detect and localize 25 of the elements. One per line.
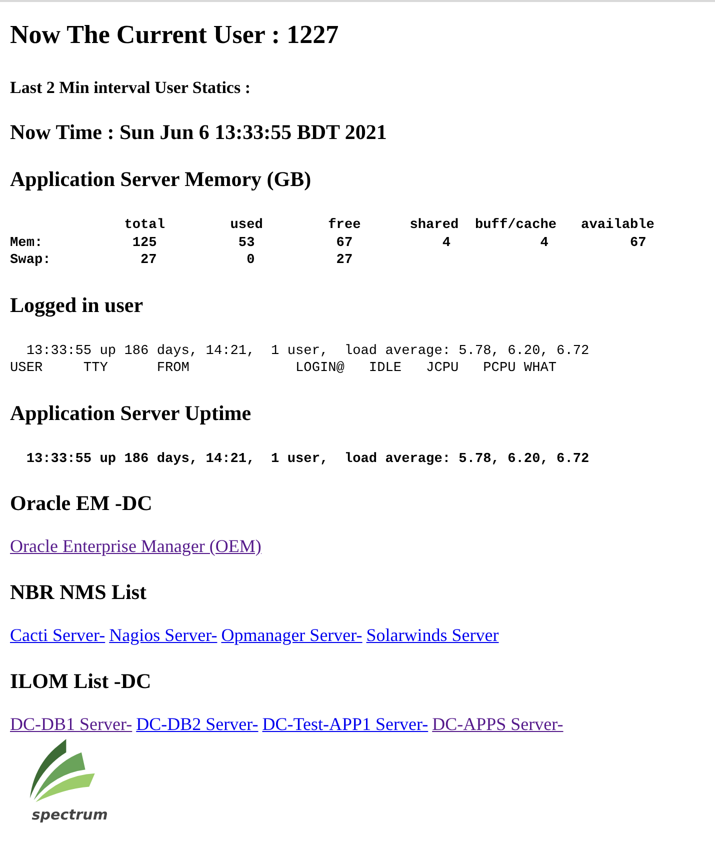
command-output-line: 13:33:55 up 186 days, 14:21, 1 user, load average: 5.78, 6.20, 6.72 — [25, 342, 590, 360]
server-link[interactable]: DC-APPS Server- — [432, 714, 564, 735]
command-output-line: total used free shared buff/cache available — [123, 217, 654, 234]
page-title: Now The Current User : 1227 — [10, 20, 339, 50]
section-heading: Logged in user — [10, 292, 144, 316]
command-output-line: Swap: 27 0 27 — [10, 252, 353, 270]
command-output-line: 13:33:55 up 186 days, 14:21, 1 user, load average: 5.78, 6.20, 6.72 — [25, 450, 590, 468]
section-heading: ILOM List -DC — [10, 669, 152, 693]
section-heading: Oracle EM -DC — [10, 491, 152, 515]
server-link[interactable]: Oracle Enterprise Manager (OEM) — [10, 536, 262, 557]
server-link[interactable]: Solarwinds Server — [366, 625, 499, 646]
subtitle: Last 2 Min interval User Statics : — [10, 78, 250, 98]
server-link[interactable]: Cacti Server- — [10, 625, 106, 646]
server-link[interactable]: DC-DB2 Server- — [136, 714, 258, 735]
server-link[interactable]: DC-Test-APP1 Server- — [262, 714, 428, 735]
command-output-line: USER TTY FROM LOGIN@ IDLE JCPU PCPU WHAT — [10, 360, 557, 378]
logo: spectrum — [18, 739, 122, 825]
section-heading: Application Server Memory (GB) — [10, 167, 312, 191]
command-output-line: Mem: 125 53 67 4 4 67 — [10, 234, 646, 252]
section-heading: Now Time : Sun Jun 6 13:33:55 BDT 2021 — [10, 120, 387, 144]
section-heading: NBR NMS List — [10, 580, 147, 604]
server-link[interactable]: DC-DB1 Server- — [10, 714, 132, 735]
server-link[interactable]: Nagios Server- — [109, 625, 218, 646]
section-heading: Application Server Uptime — [10, 400, 252, 424]
server-link[interactable]: Opmanager Server- — [221, 625, 362, 646]
